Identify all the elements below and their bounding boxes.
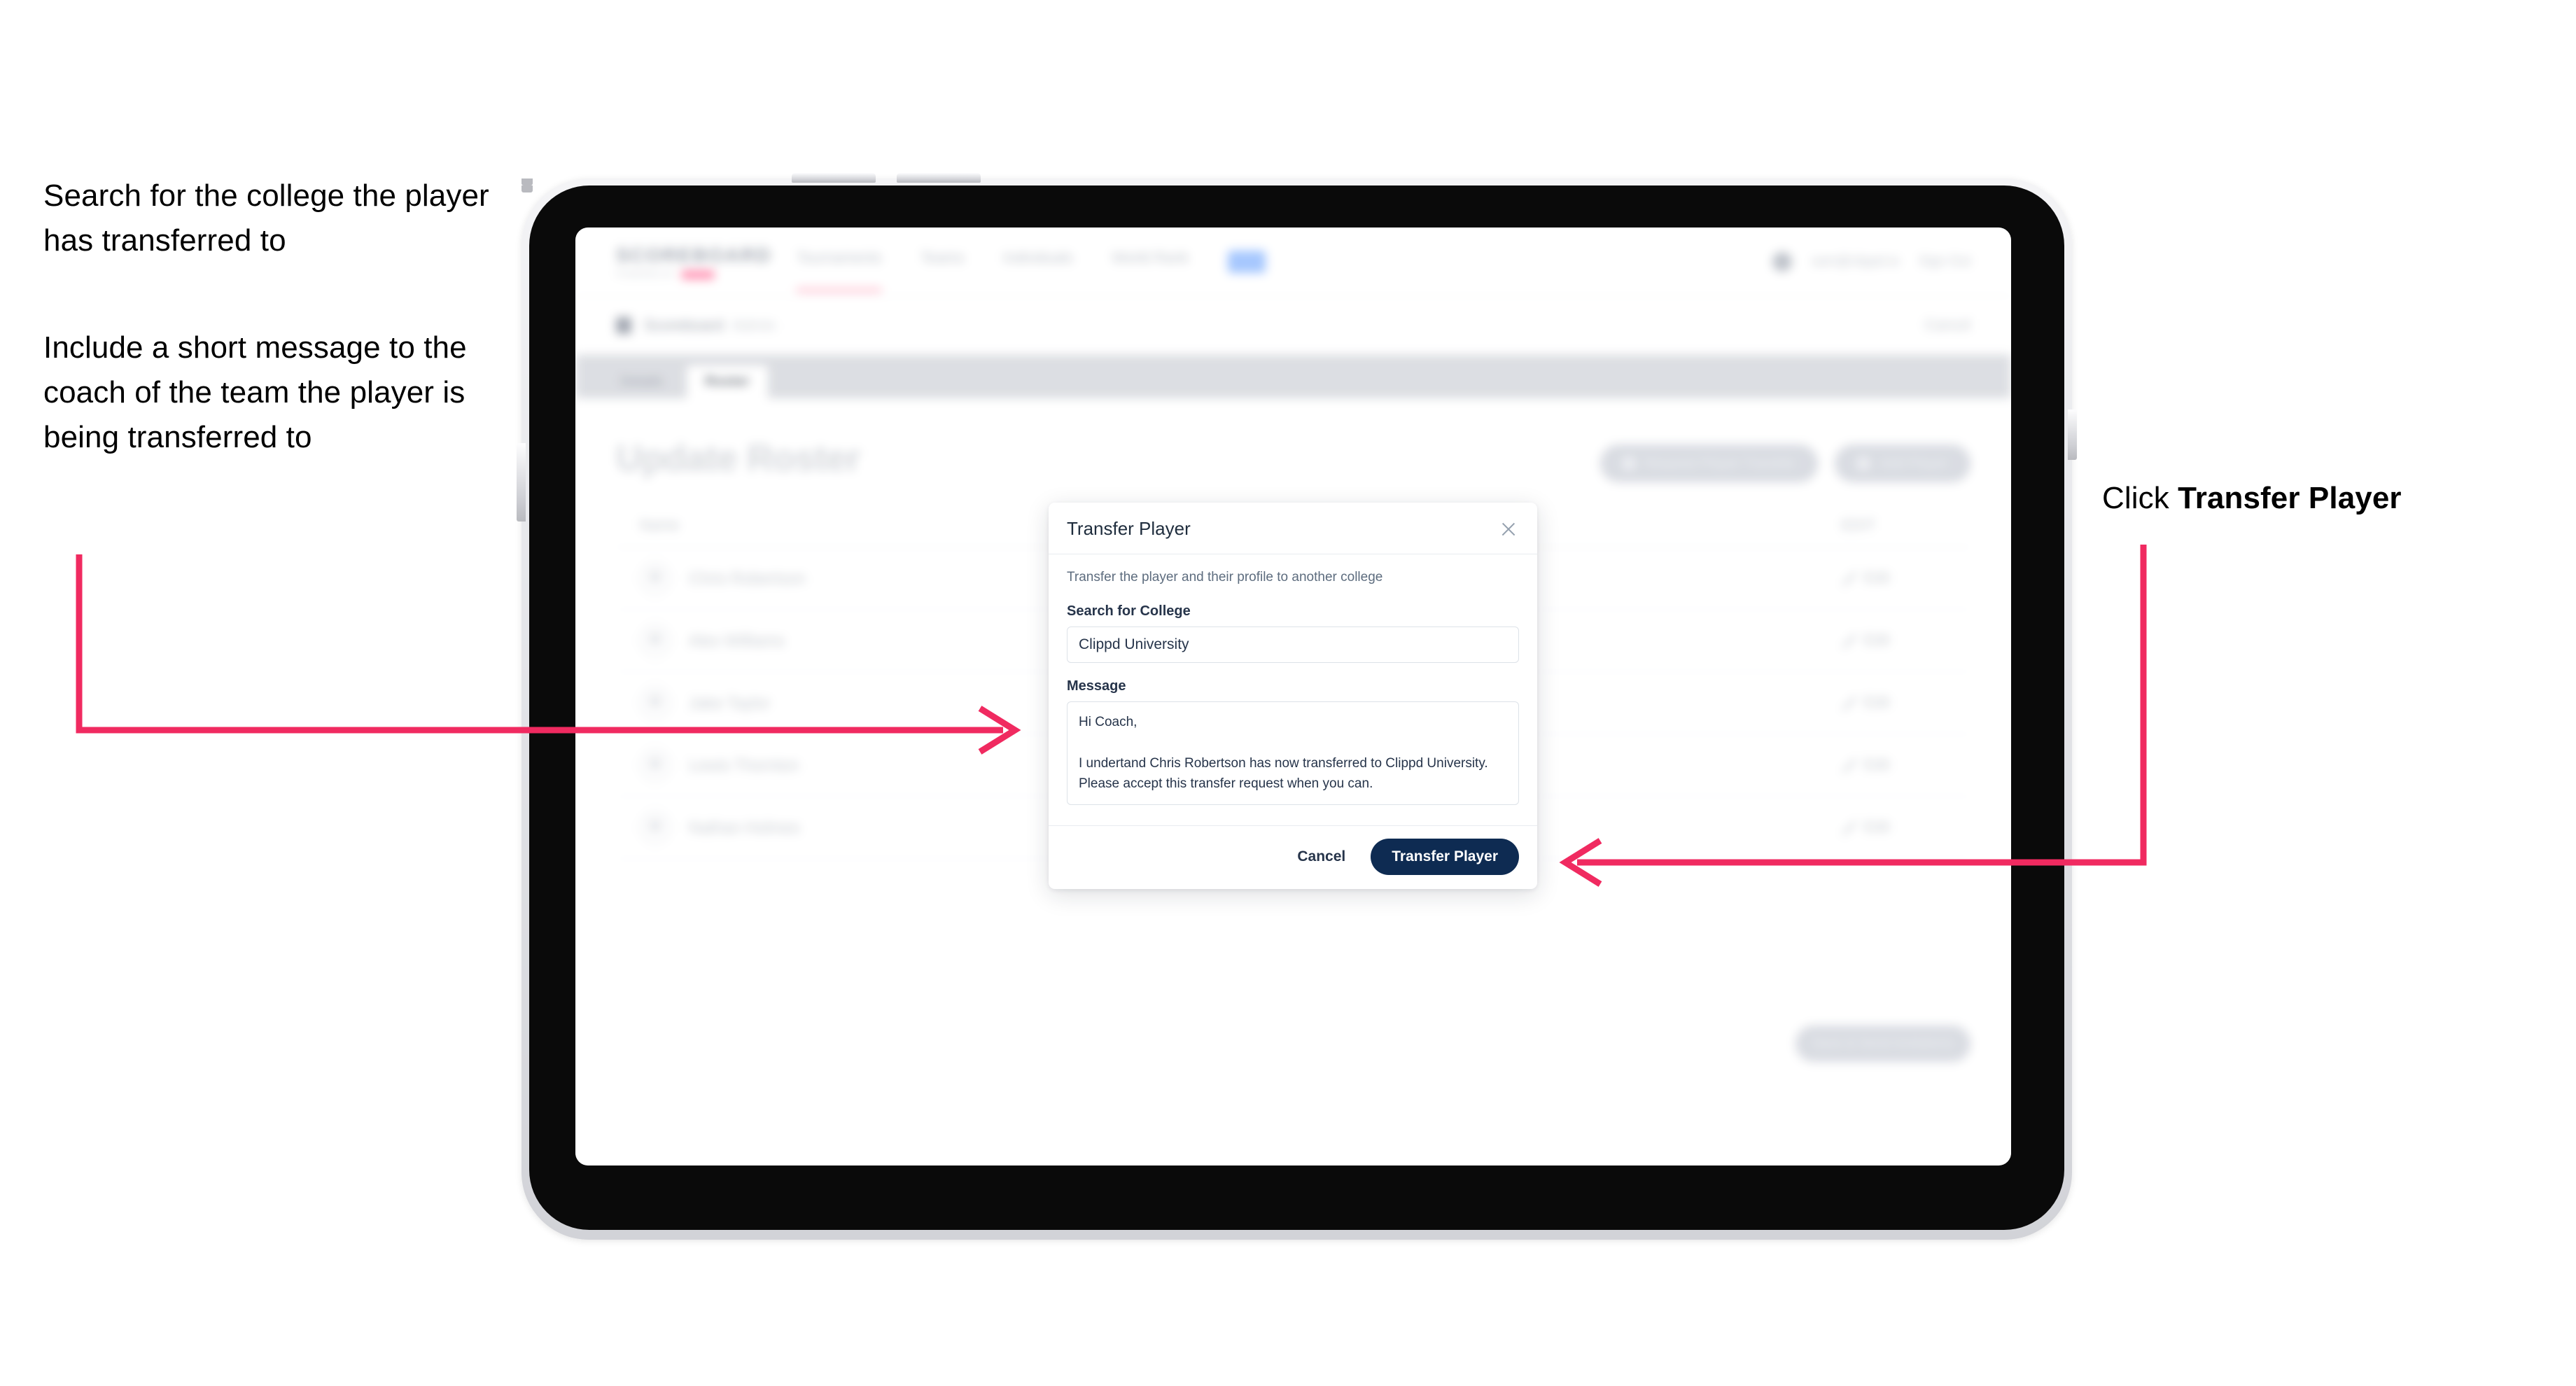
annotation-search-college: Search for the college the player has tr…	[43, 178, 489, 258]
close-icon[interactable]	[1498, 519, 1519, 540]
edit-label: Edit	[1864, 819, 1890, 835]
add-player-button[interactable]: Add Player	[1835, 444, 1970, 482]
tab-details[interactable]: Details	[602, 365, 681, 398]
edit-label: Edit	[1864, 570, 1890, 586]
modal-footer: Cancel Transfer Player	[1049, 825, 1537, 889]
breadcrumb-cancel-link[interactable]: Cancel	[1925, 317, 1970, 334]
edit-player-link[interactable]: Edit	[1842, 570, 1947, 587]
brand-wordmark: SCOREBOARD	[616, 244, 772, 266]
edit-player-link[interactable]: Edit	[1842, 632, 1947, 649]
player-avatar	[640, 687, 671, 718]
modal-header: Transfer Player	[1049, 503, 1537, 554]
transfer-icon	[1622, 457, 1635, 470]
top-nav-links: Tournaments Teams Individuals World Rank	[797, 250, 1266, 292]
tablet-foot-right	[522, 186, 533, 192]
edit-player-link[interactable]: Edit	[1842, 694, 1947, 711]
college-field-group: Search for College	[1067, 603, 1519, 663]
transfer-player-modal: Transfer Player Transfer the player and …	[1049, 503, 1537, 889]
modal-body: Transfer the player and their profile to…	[1049, 554, 1537, 825]
modal-title: Transfer Player	[1067, 518, 1191, 539]
annotation-right-prefix: Click	[2102, 481, 2178, 515]
sign-out-link[interactable]: Sign Out	[1919, 254, 1970, 270]
edit-label: Edit	[1864, 694, 1890, 710]
player-avatar	[640, 625, 671, 656]
brand-accent-pill	[680, 270, 715, 279]
pencil-icon	[1842, 758, 1856, 772]
plus-icon	[1857, 457, 1870, 470]
brand-logo[interactable]: SCOREBOARD POWERED BY	[616, 244, 772, 279]
nav-item-admin-chip[interactable]	[1227, 250, 1266, 273]
annotation-right-bold: Transfer Player	[2178, 481, 2402, 515]
pencil-icon	[1842, 696, 1856, 710]
message-textarea[interactable]: Hi Coach, I undertand Chris Robertson ha…	[1067, 701, 1519, 805]
column-header-edit: EDIT	[1842, 517, 1875, 533]
add-player-label: Add Player	[1879, 455, 1948, 471]
search-college-input[interactable]	[1067, 626, 1519, 663]
annotation-click-transfer-player: Click Transfer Player	[2102, 476, 2536, 521]
brand-subline: POWERED BY	[616, 270, 756, 279]
player-avatar	[640, 812, 671, 843]
top-nav-right-cluster: sam@clippd.io Sign Out	[1772, 251, 1970, 272]
side-connector	[2068, 410, 2077, 460]
tablet-device-mockup: SCOREBOARD POWERED BY Tournaments Teams …	[517, 173, 2077, 1240]
modal-description: Transfer the player and their profile to…	[1067, 570, 1383, 584]
edit-player-link[interactable]: Edit	[1842, 757, 1947, 774]
player-avatar	[640, 563, 671, 594]
edit-label: Edit	[1864, 757, 1890, 773]
nav-item-world-rank[interactable]: World Rank	[1112, 250, 1189, 274]
request-player-transfer-button[interactable]: Request Player Transfer	[1600, 444, 1819, 482]
edit-label: Edit	[1864, 632, 1890, 648]
pencil-icon	[1842, 571, 1856, 585]
cancel-button[interactable]: Cancel	[1293, 848, 1350, 866]
volume-down-button[interactable]	[897, 173, 981, 183]
account-email-label: sam@clippd.io	[1812, 253, 1900, 269]
avatar[interactable]	[1772, 251, 1793, 272]
nav-item-tournaments[interactable]: Tournaments	[797, 250, 882, 292]
sub-tab-bar: Details Roster	[575, 355, 2011, 398]
tablet-foot-left	[522, 178, 533, 186]
scoreboard-icon	[616, 316, 631, 334]
volume-up-button[interactable]	[792, 173, 876, 183]
page-action-buttons: Request Player Transfer Add Player	[1600, 438, 1970, 482]
breadcrumb-main-label[interactable]: Scoreboard	[644, 316, 724, 335]
nav-item-teams[interactable]: Teams	[920, 250, 964, 274]
nav-item-individuals[interactable]: Individuals	[1003, 250, 1072, 274]
message-label: Message	[1067, 678, 1126, 694]
request-player-transfer-label: Request Player Transfer	[1644, 455, 1796, 471]
pencil-icon	[1842, 820, 1856, 834]
save-and-send-invitations-button[interactable]: Save & Send Invitations	[1795, 1026, 1970, 1062]
player-avatar	[640, 750, 671, 780]
brand-powered-by-text: POWERED BY	[616, 270, 676, 279]
page-header-row: Update Roster Request Player Transfer Ad…	[616, 438, 1970, 482]
page-title: Update Roster	[616, 438, 860, 479]
pencil-icon	[1842, 634, 1856, 648]
edit-player-link[interactable]: Edit	[1842, 819, 1947, 836]
power-button[interactable]	[517, 443, 526, 522]
breadcrumb-sub-label: Admin	[732, 316, 776, 334]
tab-roster[interactable]: Roster	[687, 365, 768, 398]
search-college-label: Search for College	[1067, 603, 1191, 619]
message-field-group: Message Hi Coach, I undertand Chris Robe…	[1067, 678, 1519, 808]
app-top-navigation: SCOREBOARD POWERED BY Tournaments Teams …	[575, 227, 2011, 296]
transfer-player-submit-button[interactable]: Transfer Player	[1371, 839, 1519, 875]
breadcrumb: Scoreboard Admin Cancel	[575, 296, 2011, 355]
annotation-include-message: Include a short message to the coach of …	[43, 330, 467, 454]
